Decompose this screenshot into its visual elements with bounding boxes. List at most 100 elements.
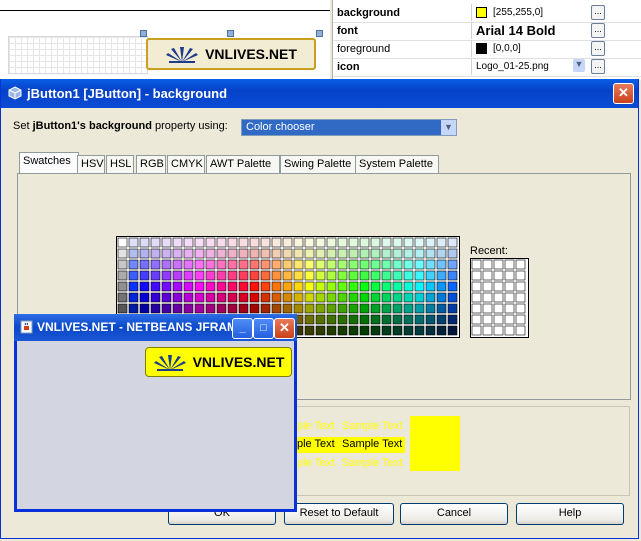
color-swatch[interactable] <box>304 314 315 325</box>
color-swatch[interactable] <box>117 292 128 303</box>
recent-swatch[interactable] <box>515 325 526 336</box>
color-swatch[interactable] <box>447 270 458 281</box>
color-swatch[interactable] <box>337 281 348 292</box>
color-swatch[interactable] <box>392 270 403 281</box>
color-swatch[interactable] <box>348 314 359 325</box>
color-swatch[interactable] <box>403 303 414 314</box>
recent-swatch[interactable] <box>504 281 515 292</box>
color-swatch[interactable] <box>194 292 205 303</box>
color-swatch[interactable] <box>315 325 326 336</box>
color-swatch[interactable] <box>249 237 260 248</box>
color-swatch[interactable] <box>425 303 436 314</box>
color-swatch[interactable] <box>370 237 381 248</box>
color-swatch[interactable] <box>216 237 227 248</box>
color-swatch[interactable] <box>161 292 172 303</box>
selection-handle[interactable] <box>140 30 147 37</box>
color-swatch[interactable] <box>249 292 260 303</box>
color-swatch[interactable] <box>304 303 315 314</box>
color-swatch[interactable] <box>337 270 348 281</box>
color-swatch[interactable] <box>194 281 205 292</box>
color-swatch[interactable] <box>271 303 282 314</box>
color-swatch[interactable] <box>414 237 425 248</box>
property-editor-select[interactable]: Color chooser ▼ <box>241 119 457 136</box>
tab-hsv[interactable]: HSV <box>77 155 105 173</box>
color-swatch[interactable] <box>271 237 282 248</box>
color-swatch[interactable] <box>337 237 348 248</box>
selection-handle[interactable] <box>316 30 323 37</box>
color-swatch[interactable] <box>326 237 337 248</box>
color-swatch[interactable] <box>436 237 447 248</box>
color-swatch[interactable] <box>414 303 425 314</box>
color-swatch[interactable] <box>271 248 282 259</box>
color-swatch[interactable] <box>414 325 425 336</box>
color-swatch[interactable] <box>117 248 128 259</box>
color-swatch[interactable] <box>359 237 370 248</box>
color-swatch[interactable] <box>282 248 293 259</box>
color-swatch[interactable] <box>304 248 315 259</box>
color-swatch[interactable] <box>381 314 392 325</box>
property-row-foreground[interactable]: foreground [0,0,0] ... <box>333 40 641 59</box>
color-swatch[interactable] <box>194 270 205 281</box>
color-swatch[interactable] <box>238 270 249 281</box>
color-swatch[interactable] <box>293 303 304 314</box>
color-swatch[interactable] <box>282 281 293 292</box>
color-swatch[interactable] <box>414 314 425 325</box>
color-swatch[interactable] <box>183 281 194 292</box>
recent-swatch[interactable] <box>482 281 493 292</box>
color-swatch[interactable] <box>216 292 227 303</box>
color-swatch[interactable] <box>337 248 348 259</box>
color-swatch[interactable] <box>348 237 359 248</box>
color-swatch[interactable] <box>260 270 271 281</box>
recent-grid[interactable] <box>471 259 528 337</box>
color-swatch[interactable] <box>381 292 392 303</box>
color-swatch[interactable] <box>403 292 414 303</box>
color-swatch[interactable] <box>117 303 128 314</box>
recent-swatch[interactable] <box>493 314 504 325</box>
chevron-down-icon[interactable]: ▼ <box>441 120 456 135</box>
color-swatch[interactable] <box>172 237 183 248</box>
color-swatch[interactable] <box>128 237 139 248</box>
color-swatch[interactable] <box>337 314 348 325</box>
color-swatch[interactable] <box>128 248 139 259</box>
color-swatch[interactable] <box>117 237 128 248</box>
color-swatch[interactable] <box>326 325 337 336</box>
color-swatch[interactable] <box>381 259 392 270</box>
color-swatch[interactable] <box>359 281 370 292</box>
color-swatch[interactable] <box>227 237 238 248</box>
color-swatch[interactable] <box>447 237 458 248</box>
color-swatch[interactable] <box>183 292 194 303</box>
close-icon[interactable]: ✕ <box>274 318 295 339</box>
color-swatch[interactable] <box>260 292 271 303</box>
jframe-titlebar[interactable]: VNLIVES.NET - NETBEANS JFRAME _ □ ✕ <box>14 314 297 341</box>
color-swatch[interactable] <box>150 281 161 292</box>
color-swatch[interactable] <box>227 248 238 259</box>
color-swatch[interactable] <box>227 292 238 303</box>
color-swatch[interactable] <box>359 303 370 314</box>
color-swatch[interactable] <box>370 281 381 292</box>
color-swatch[interactable] <box>370 314 381 325</box>
color-swatch[interactable] <box>447 303 458 314</box>
color-swatch[interactable] <box>370 325 381 336</box>
color-swatch[interactable] <box>249 248 260 259</box>
color-swatch[interactable] <box>238 303 249 314</box>
color-swatch[interactable] <box>436 248 447 259</box>
color-swatch[interactable] <box>238 248 249 259</box>
color-swatch[interactable] <box>392 248 403 259</box>
color-swatch[interactable] <box>139 303 150 314</box>
color-swatch[interactable] <box>183 270 194 281</box>
color-swatch[interactable] <box>249 259 260 270</box>
color-swatch[interactable] <box>425 325 436 336</box>
close-icon[interactable]: ✕ <box>613 83 634 104</box>
color-swatch[interactable] <box>293 281 304 292</box>
recent-swatch[interactable] <box>471 325 482 336</box>
color-swatch[interactable] <box>172 248 183 259</box>
color-swatch[interactable] <box>260 303 271 314</box>
color-swatch[interactable] <box>194 237 205 248</box>
color-swatch[interactable] <box>216 303 227 314</box>
color-swatch[interactable] <box>414 270 425 281</box>
color-swatch[interactable] <box>161 259 172 270</box>
color-swatch[interactable] <box>447 314 458 325</box>
color-swatch[interactable] <box>425 281 436 292</box>
recent-swatch[interactable] <box>482 292 493 303</box>
color-swatch[interactable] <box>326 270 337 281</box>
